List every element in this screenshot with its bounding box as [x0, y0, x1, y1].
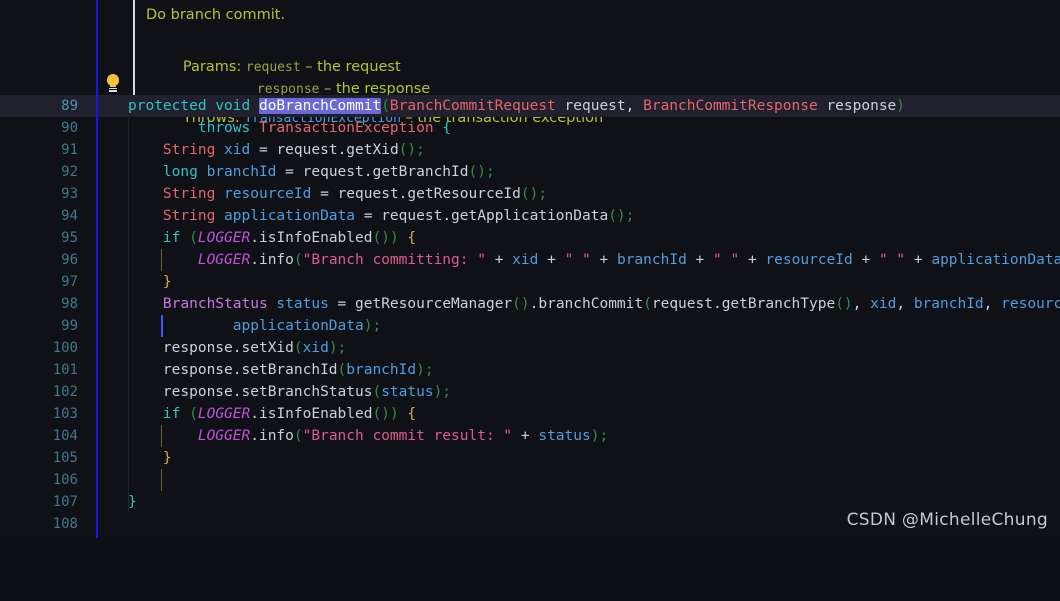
- line-number: 90: [61, 120, 78, 136]
- line-number: 91: [61, 142, 78, 158]
- line-source: }: [128, 494, 137, 510]
- code-line-103[interactable]: 103 if (LOGGER.isInfoEnabled()) {: [0, 403, 1060, 425]
- lightbulb-icon[interactable]: [105, 74, 121, 92]
- line-number: 92: [61, 164, 78, 180]
- code-line-97[interactable]: 97 }: [0, 271, 1060, 293]
- line-source: protected void doBranchCommit(BranchComm…: [128, 98, 906, 114]
- line-source: throws TransactionException {: [197, 120, 452, 136]
- code-line-98[interactable]: 98 BranchStatus status = getResourceMana…: [0, 293, 1060, 315]
- line-source: if (LOGGER.isInfoEnabled()) {: [162, 406, 417, 422]
- code-line-106[interactable]: 106: [0, 469, 1060, 491]
- line-source: long branchId = request.getBranchId();: [162, 164, 495, 180]
- line-number: 103: [52, 406, 78, 422]
- line-number: 106: [52, 472, 78, 488]
- code-line-99[interactable]: 99 applicationData);: [0, 315, 1060, 337]
- line-source: }: [162, 450, 172, 466]
- line-number: 96: [61, 252, 78, 268]
- javadoc-param-name-request: request: [245, 60, 301, 75]
- code-line-90[interactable]: 90 throws TransactionException {: [0, 117, 1060, 139]
- line-source: response.setXid(xid);: [162, 340, 347, 356]
- line-source: LOGGER.info("Branch commit result: " + s…: [197, 428, 609, 444]
- line-number: 104: [52, 428, 78, 444]
- code-line-101[interactable]: 101 response.setBranchId(branchId);: [0, 359, 1060, 381]
- code-line-96[interactable]: 96 LOGGER.info("Branch committing: " + x…: [0, 249, 1060, 271]
- line-source: String applicationData = request.getAppl…: [162, 208, 635, 224]
- watermark: CSDN @MichelleChung: [846, 510, 1048, 530]
- line-source: if (LOGGER.isInfoEnabled()) {: [162, 230, 417, 246]
- line-number: 95: [61, 230, 78, 246]
- line-number: 93: [61, 186, 78, 202]
- line-source: String resourceId = request.getResourceI…: [162, 186, 548, 202]
- indent-guide: [128, 469, 129, 491]
- javadoc-accent-bar: [133, 0, 135, 95]
- line-number: 100: [52, 340, 78, 356]
- line-number: 101: [52, 362, 78, 378]
- selected-token[interactable]: doBranchCommit: [258, 98, 382, 114]
- code-line-93[interactable]: 93 String resourceId = request.getResour…: [0, 183, 1060, 205]
- line-number: 94: [61, 208, 78, 224]
- line-source: String xid = request.getXid();: [162, 142, 425, 158]
- gutter-divider: [96, 0, 98, 538]
- code-lines[interactable]: 89 protected void doBranchCommit(BranchC…: [0, 95, 1060, 538]
- javadoc-tooltip: Do branch commit. Params: request – the …: [0, 0, 1060, 126]
- line-number: 99: [61, 318, 78, 334]
- javadoc-param-dash-1: –: [305, 59, 313, 75]
- line-number: 97: [61, 274, 78, 290]
- code-line-95[interactable]: 95 if (LOGGER.isInfoEnabled()) {: [0, 227, 1060, 249]
- line-source: applicationData);: [232, 318, 382, 334]
- code-line-91[interactable]: 91 String xid = request.getXid();: [0, 139, 1060, 161]
- code-line-100[interactable]: 100 response.setXid(xid);: [0, 337, 1060, 359]
- line-number: 105: [52, 450, 78, 466]
- code-line-102[interactable]: 102 response.setBranchStatus(status);: [0, 381, 1060, 403]
- code-line-89[interactable]: 89 protected void doBranchCommit(BranchC…: [0, 95, 1060, 117]
- code-editor[interactable]: Do branch commit. Params: request – the …: [0, 0, 1060, 538]
- javadoc-summary: Do branch commit.: [146, 7, 286, 23]
- line-number: 98: [61, 296, 78, 312]
- line-number: 108: [52, 516, 78, 532]
- javadoc-params-label: Params:: [182, 59, 242, 75]
- line-number: 89: [61, 98, 78, 114]
- javadoc-params-row-1: Params: request – the request: [146, 26, 1046, 75]
- indent-guide-nested: [161, 469, 162, 491]
- line-source: BranchStatus status = getResourceManager…: [162, 296, 1060, 312]
- line-source: }: [162, 274, 172, 290]
- code-line-105[interactable]: 105 }: [0, 447, 1060, 469]
- line-number: 102: [52, 384, 78, 400]
- line-source: response.setBranchId(branchId);: [162, 362, 434, 378]
- line-number: 107: [52, 494, 78, 510]
- javadoc-param-desc-1: the request: [317, 59, 401, 75]
- code-line-92[interactable]: 92 long branchId = request.getBranchId()…: [0, 161, 1060, 183]
- code-line-104[interactable]: 104 LOGGER.info("Branch commit result: "…: [0, 425, 1060, 447]
- line-source: response.setBranchStatus(status);: [162, 384, 452, 400]
- code-line-94[interactable]: 94 String applicationData = request.getA…: [0, 205, 1060, 227]
- line-source: LOGGER.info("Branch committing: " + xid …: [197, 252, 1060, 268]
